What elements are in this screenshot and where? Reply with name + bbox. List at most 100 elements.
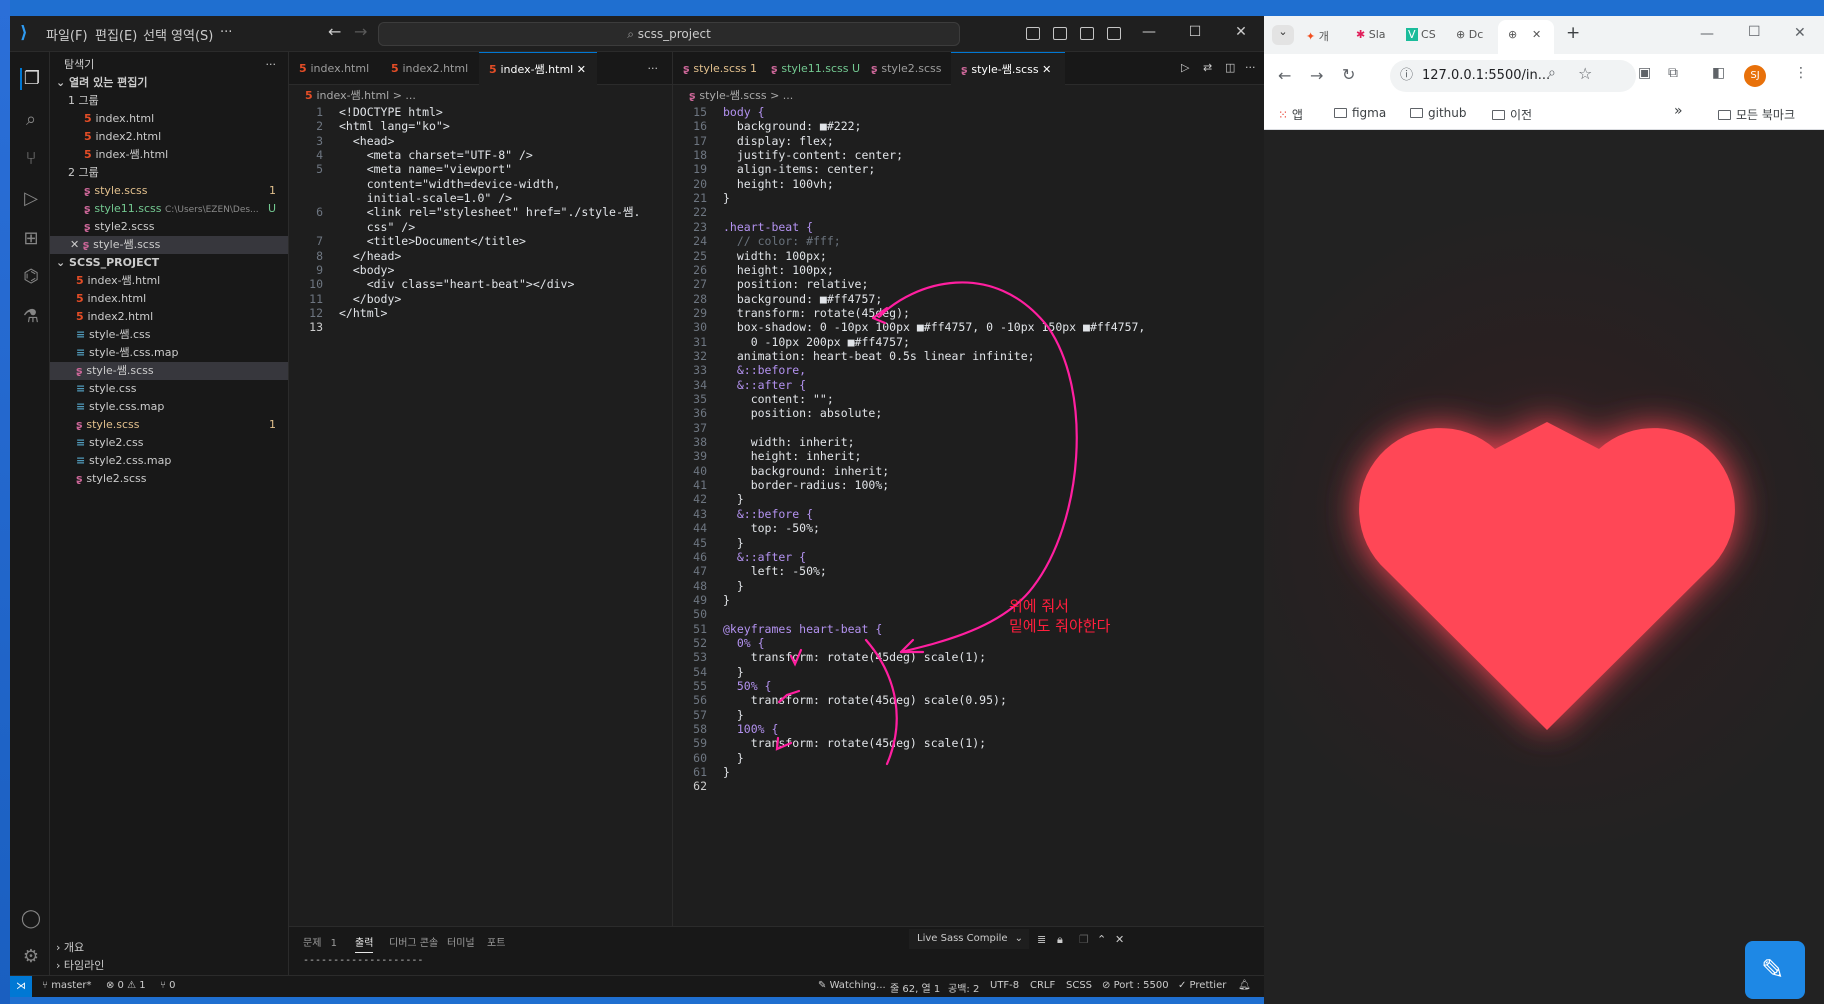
zoom-icon[interactable]: ⌕ — [1548, 65, 1556, 81]
profile-avatar[interactable]: SJ — [1744, 65, 1766, 87]
more-actions-icon[interactable]: ··· — [648, 62, 659, 75]
close-icon[interactable]: ✕ — [577, 63, 586, 76]
ports-indicator[interactable]: ⑂ 0 — [160, 980, 176, 991]
project-file-selected[interactable]: ʂ style-쌤.scss — [50, 362, 288, 380]
project-file[interactable]: ʂ style.scss 1 — [50, 416, 288, 434]
line-ending[interactable]: CRLF — [1030, 980, 1055, 991]
testing-icon[interactable]: ⚗ — [20, 306, 42, 328]
encoding[interactable]: UTF-8 — [990, 980, 1019, 991]
address-bar[interactable]: ⓘ 127.0.0.1:5500/in... — [1390, 60, 1636, 92]
account-icon[interactable]: ◯ — [20, 908, 42, 930]
toggle-primary-sidebar-icon[interactable] — [1026, 27, 1040, 40]
chrome-tab-active[interactable]: ⊕ ✕ — [1498, 20, 1554, 54]
tab-search-chevron-icon[interactable]: ⌄ — [1272, 25, 1294, 45]
minimize-icon[interactable]: — — [1139, 24, 1159, 40]
remote-explorer-icon[interactable]: ⌬ — [20, 266, 42, 288]
back-arrow-icon[interactable]: ← — [1278, 66, 1291, 85]
tab-index-html[interactable]: 5 index.html — [289, 52, 381, 85]
open-editor-item[interactable]: 5 index2.html — [50, 128, 288, 146]
open-editor-item[interactable]: ʂ style2.scss — [50, 218, 288, 236]
tab-debug-console[interactable]: 디버그 콘솔 — [389, 934, 438, 949]
tab-terminal[interactable]: 터미널 — [447, 934, 475, 949]
open-editor-item[interactable]: ʂ style.scss 1 — [50, 182, 288, 200]
close-icon[interactable]: ✕ — [1794, 25, 1806, 41]
close-icon[interactable]: ✕ — [1231, 24, 1251, 40]
indentation[interactable]: 공백: 2 — [948, 980, 979, 995]
maximize-icon[interactable]: ☐ — [1748, 24, 1761, 40]
remote-indicator-icon[interactable]: ⋊ — [10, 976, 32, 997]
bookmark-github[interactable]: github — [1410, 106, 1466, 120]
site-info-icon[interactable]: ⓘ — [1400, 60, 1413, 92]
cursor-position[interactable]: 줄 62, 열 1 — [890, 980, 940, 995]
open-editor-item[interactable]: ʂ style11.scss C:\Users\EZEN\Des... U — [50, 200, 288, 218]
prettier-status[interactable]: ✓ Prettier — [1178, 980, 1226, 991]
toggle-secondary-sidebar-icon[interactable] — [1080, 27, 1094, 40]
chrome-tab-figma[interactable]: ✦ 개 — [1306, 28, 1329, 44]
reload-icon[interactable]: ↻ — [1342, 65, 1355, 84]
tab-index-ssam-html[interactable]: 5 index-쌤.html ✕ — [479, 52, 597, 85]
chevron-up-icon[interactable]: ⌃ — [1097, 933, 1106, 946]
problems-indicator[interactable]: ⊗ 0 ⚠ 1 — [106, 980, 146, 991]
copy-icon[interactable]: ❐ — [1079, 933, 1089, 946]
search-icon[interactable]: ⌕ — [20, 109, 42, 131]
explorer-icon[interactable]: ❐ — [20, 68, 42, 90]
minimize-icon[interactable]: — — [1700, 26, 1714, 42]
tab-output[interactable]: 출력 — [355, 934, 374, 953]
forward-arrow-icon[interactable]: → — [354, 22, 367, 41]
open-editor-item[interactable]: 5 index.html — [50, 110, 288, 128]
tab-ports[interactable]: 포트 — [487, 934, 505, 949]
project-file[interactable]: ʂ style2.scss — [50, 470, 288, 488]
bookmarks-overflow-icon[interactable]: » — [1674, 103, 1683, 119]
menu-file[interactable]: 파일(F) — [46, 25, 88, 44]
customize-layout-icon[interactable] — [1107, 27, 1121, 40]
project-file[interactable]: 5 index2.html — [50, 308, 288, 326]
project-file[interactable]: 5 index-쌤.html — [50, 272, 288, 290]
open-editor-item-active[interactable]: ✕ ʂ style-쌤.scss — [50, 236, 288, 254]
close-panel-icon[interactable]: ✕ — [1115, 933, 1124, 946]
list-filter-icon[interactable]: ≣ — [1037, 933, 1046, 946]
bookmark-previous[interactable]: 이전 — [1492, 106, 1532, 123]
tab-problems[interactable]: 문제 1 — [303, 934, 337, 949]
breadcrumb[interactable]: 5 index-쌤.html > ... — [305, 87, 416, 103]
run-debug-icon[interactable]: ▷ — [20, 188, 42, 210]
bookmark-figma[interactable]: figma — [1334, 106, 1386, 120]
extension-icon[interactable]: ▣ — [1638, 65, 1651, 81]
output-channel-select[interactable]: Live Sass Compile ⌄ — [909, 929, 1029, 949]
project-file[interactable]: ≡ style-쌤.css.map — [50, 344, 288, 362]
extensions-puzzle-icon[interactable]: ⧉ — [1668, 65, 1678, 81]
all-bookmarks[interactable]: 모든 북마크 — [1718, 106, 1795, 123]
timeline-section[interactable]: › 타임라인 — [50, 957, 288, 975]
color-picker-app-button[interactable]: ✎ — [1745, 941, 1805, 999]
outline-section[interactable]: › 개요 — [50, 939, 288, 957]
bookmark-star-icon[interactable]: ☆ — [1578, 64, 1592, 83]
source-control-icon[interactable]: ⑂ — [20, 148, 42, 170]
live-server-port[interactable]: ⊘ Port : 5500 — [1102, 980, 1169, 991]
sass-watching-indicator[interactable]: ✎ Watching... — [818, 980, 886, 991]
menu-more[interactable]: ··· — [220, 25, 232, 40]
bookmark-apps[interactable]: ⁙ 앱 — [1278, 106, 1303, 123]
project-file[interactable]: ≡ style.css.map — [50, 398, 288, 416]
menu-selection[interactable]: 선택 영역(S) — [143, 25, 213, 44]
language-mode[interactable]: SCSS — [1066, 980, 1092, 991]
chrome-tab-dc[interactable]: ⊕ Dc — [1456, 28, 1483, 41]
chrome-menu-icon[interactable]: ⋮ — [1794, 65, 1808, 81]
toggle-panel-icon[interactable] — [1053, 27, 1067, 40]
open-editor-item[interactable]: 5 index-쌤.html — [50, 146, 288, 164]
command-center[interactable]: ⌕ scss_project — [378, 22, 960, 46]
project-file[interactable]: ≡ style2.css — [50, 434, 288, 452]
chrome-tab-slack[interactable]: ✱ Sla — [1356, 28, 1386, 41]
notifications-bell-icon[interactable]: 🔔︎ — [1238, 980, 1251, 991]
more-actions-icon[interactable]: ··· — [266, 56, 277, 74]
tab-index2-html[interactable]: 5 index2.html — [381, 52, 479, 85]
project-file[interactable]: ≡ style.css — [50, 380, 288, 398]
project-header[interactable]: ⌄ SCSS_PROJECT — [50, 254, 288, 272]
project-file[interactable]: 5 index.html — [50, 290, 288, 308]
close-icon[interactable]: ✕ — [70, 238, 83, 251]
open-editors-header[interactable]: ⌄ 열려 있는 편집기 — [50, 74, 288, 92]
forward-arrow-icon[interactable]: → — [1310, 66, 1323, 85]
branch-indicator[interactable]: ⑂ master* — [42, 980, 91, 991]
side-panel-icon[interactable]: ◧ — [1712, 65, 1725, 81]
project-file[interactable]: ≡ style2.css.map — [50, 452, 288, 470]
maximize-icon[interactable]: ☐ — [1185, 24, 1205, 40]
new-tab-plus-icon[interactable]: + — [1566, 23, 1580, 43]
